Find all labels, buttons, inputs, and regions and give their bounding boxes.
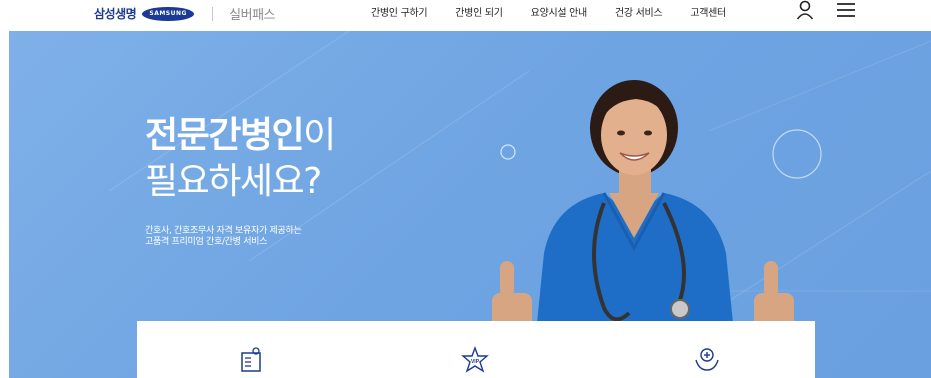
document-icon[interactable]	[237, 346, 265, 374]
hero-title-particle: 이	[303, 115, 336, 156]
brand-divider	[212, 6, 214, 21]
hamburger-menu-icon[interactable]	[836, 2, 856, 18]
nav-customer-center[interactable]: 고객센터	[690, 4, 726, 19]
nav-find-caregiver[interactable]: 간병인 구하기	[371, 4, 428, 19]
samsung-logo: SAMSUNG	[142, 6, 195, 21]
hero-banner: 전문간병인이 필요하세요? 간호사, 간호조무사 자격 보유자가 제공하는 고품…	[9, 31, 931, 378]
hero-desc-line1: 간호사, 간호조무사 자격 보유자가 제공하는	[145, 226, 302, 236]
nurse-image	[492, 80, 794, 353]
nav-care-facility[interactable]: 요양시설 안내	[531, 4, 588, 19]
main-nav: 간병인 구하기 간병인 되기 요양시설 안내 건강 서비스 고객센터	[371, 4, 754, 19]
nav-become-caregiver[interactable]: 간병인 되기	[455, 4, 503, 19]
hero-description: 간호사, 간호조무사 자격 보유자가 제공하는 고품격 프리미엄 간호/간병 서…	[145, 226, 302, 248]
brand-name: 삼성생명	[94, 7, 137, 21]
care-hands-icon[interactable]	[693, 346, 721, 374]
hero-title-line2: 필요하세요?	[145, 161, 322, 202]
user-icon[interactable]	[796, 0, 814, 20]
top-header: 삼성생명 SAMSUNG 실버패스 간병인 구하기 간병인 되기 요양시설 안내…	[0, 0, 931, 30]
brand-sub-title: 실버패스	[229, 8, 276, 23]
service-cards: VIP	[137, 321, 815, 378]
vip-star-icon[interactable]: VIP	[461, 346, 489, 374]
hero-title-strong: 전문간병인	[145, 115, 305, 156]
hero-desc-line2: 고품격 프리미엄 간호/간병 서비스	[145, 237, 268, 247]
svg-text:VIP: VIP	[471, 359, 480, 365]
samsung-logo-text: SAMSUNG	[149, 10, 187, 17]
brand-logo[interactable]: 삼성생명 SAMSUNG 실버패스	[94, 4, 276, 23]
nav-health-service[interactable]: 건강 서비스	[615, 4, 663, 19]
hero-title: 전문간병인이 필요하세요?	[145, 113, 336, 205]
